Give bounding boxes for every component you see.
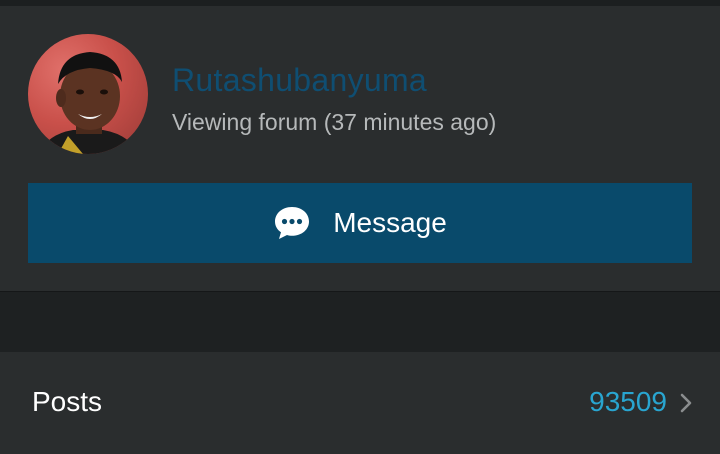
profile-card: Rutashubanyuma Viewing forum (37 minutes…	[0, 6, 720, 291]
avatar[interactable]	[28, 34, 148, 154]
chevron-right-icon	[680, 393, 692, 413]
posts-label: Posts	[32, 386, 103, 417]
username[interactable]: Rutashubanyuma	[172, 62, 427, 99]
section-divider	[0, 291, 720, 352]
message-button[interactable]: Message	[28, 183, 692, 263]
message-button-label: Message	[333, 207, 447, 238]
avatar-photo-icon	[38, 52, 140, 154]
chat-bubble-icon	[275, 207, 310, 239]
user-status: Viewing forum (37 minutes ago)	[172, 109, 497, 135]
posts-row[interactable]: Posts 93509	[0, 352, 720, 454]
posts-count: 93509	[589, 386, 667, 417]
